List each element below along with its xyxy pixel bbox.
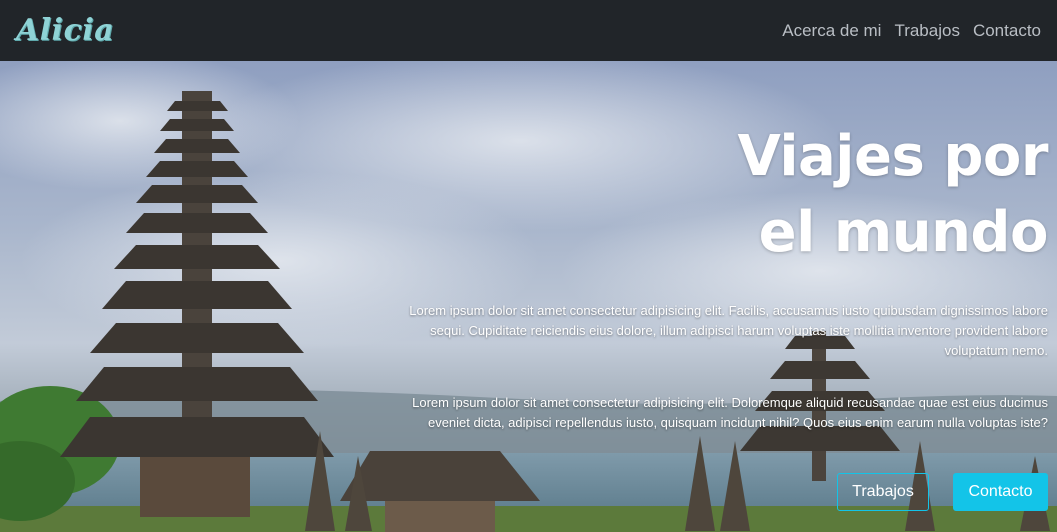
nav-menu: Acerca de mi Trabajos Contacto [782, 21, 1041, 41]
nav-link-works[interactable]: Trabajos [894, 21, 960, 41]
hero-title: Viajes por el mundo [408, 119, 1048, 271]
navbar: Alicia Acerca de mi Trabajos Contacto [0, 0, 1057, 61]
brand-logo[interactable]: Alicia [16, 15, 114, 46]
hero-section: Viajes por el mundo Lorem ipsum dolor si… [0, 61, 1057, 532]
hero-content: Viajes por el mundo Lorem ipsum dolor si… [408, 61, 1048, 433]
hero-title-line-2: el mundo [758, 200, 1049, 265]
hero-paragraph-2: Lorem ipsum dolor sit amet consectetur a… [412, 395, 1048, 430]
nav-link-about[interactable]: Acerca de mi [782, 21, 881, 41]
hero-buttons: Trabajos Contacto [837, 473, 1048, 511]
nav-link-contact[interactable]: Contacto [973, 21, 1041, 41]
contact-button[interactable]: Contacto [953, 473, 1048, 511]
hero-paragraph-1: Lorem ipsum dolor sit amet consectetur a… [409, 303, 1048, 358]
hero-title-line-1: Viajes por [737, 124, 1048, 189]
works-button[interactable]: Trabajos [837, 473, 929, 511]
